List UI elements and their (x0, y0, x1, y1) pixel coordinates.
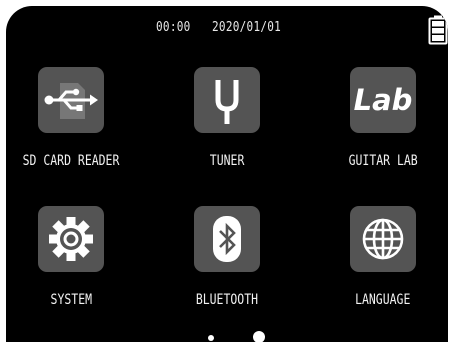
page-indicator-1[interactable] (208, 335, 214, 341)
menu-item-language[interactable]: LANGUAGE (318, 206, 448, 324)
menu-item-guitar-lab[interactable]: Lab GUITAR LAB (318, 67, 448, 185)
clock-time: 00:00 (156, 20, 191, 35)
globe-icon (362, 218, 404, 260)
clock-date: 2020/01/01 (212, 20, 282, 35)
page-indicator-2-active[interactable] (253, 331, 265, 342)
menu-item-bluetooth[interactable]: BLUETOOTH (162, 206, 292, 324)
menu-item-system[interactable]: SYSTEM (6, 206, 136, 324)
lab-icon: Lab (354, 83, 413, 117)
menu-item-label: SD CARD READER (22, 153, 120, 169)
gear-icon (49, 217, 93, 261)
menu-item-label: TUNER (209, 153, 245, 169)
menu-item-tuner[interactable]: TUNER (162, 67, 292, 185)
lab-icon-text: Lab (354, 83, 413, 117)
usb-icon (44, 83, 98, 119)
menu-item-label: SYSTEM (50, 292, 92, 308)
bluetooth-icon (213, 216, 241, 262)
tuning-fork-icon (215, 80, 239, 124)
menu-item-label: LANGUAGE (355, 292, 411, 308)
device-screen: 00:00 2020/01/01 SD CARD READER TUNER La… (6, 6, 448, 342)
menu-item-label: GUITAR LAB (348, 153, 418, 169)
menu-item-label: BLUETOOTH (195, 292, 259, 308)
battery-full-icon (428, 15, 448, 45)
menu-item-sd-card-reader[interactable]: SD CARD READER (6, 67, 136, 185)
status-bar: 00:00 2020/01/01 (6, 6, 448, 46)
